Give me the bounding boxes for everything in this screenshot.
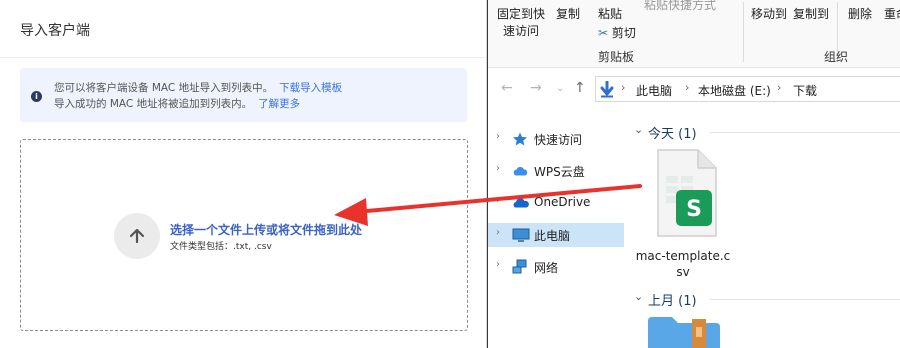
notice-text-1: 您可以将客户端设备 MAC 地址导入到列表中。 [54, 82, 274, 94]
spreadsheet-file-icon: S [657, 149, 717, 237]
sidebar-label: 此电脑 [534, 229, 571, 243]
pin-quick-access-button[interactable]: 固定到快 [497, 5, 545, 22]
sidebar-label: 快速访问 [534, 133, 583, 147]
move-to-button[interactable]: 移动到 [751, 5, 787, 22]
ribbon: 固定到快 速访问 复制 粘贴 ✂ 剪切 粘贴快捷方式 剪贴板 移动到 复制到 删… [488, 0, 900, 68]
chevron-right-icon[interactable]: › [496, 195, 500, 206]
cut-label: 剪切 [611, 26, 636, 40]
group-last-month[interactable]: ⌄ 上月 (1) [624, 288, 900, 310]
chevron-down-icon[interactable]: ⌄ [634, 123, 643, 136]
notice-line-1: 您可以将客户端设备 MAC 地址导入到列表中。 下载导入模板 [54, 80, 342, 95]
upload-button[interactable] [114, 213, 160, 259]
chevron-right-icon[interactable]: › [496, 131, 500, 142]
breadcrumb-separator: › [685, 81, 690, 94]
copy-to-button[interactable]: 复制到 [793, 5, 829, 22]
chevron-right-icon[interactable]: › [496, 163, 500, 174]
group-divider [710, 299, 900, 300]
folder-icon[interactable] [648, 313, 720, 348]
group-label: 上月 (1) [648, 294, 697, 309]
rename-button[interactable]: 重命 [884, 5, 900, 22]
group-divider [710, 132, 900, 133]
screen: 导入客户端 i 您可以将客户端设备 MAC 地址导入到列表中。 下载导入模板 导入… [0, 0, 900, 348]
navigation-bar: ← → ⌄ ↑ › 此电脑 › 本地磁盘 (E:) › 下载 [488, 68, 900, 108]
info-icon: i [31, 91, 42, 102]
breadcrumb-separator: › [621, 81, 626, 94]
download-template-link[interactable]: 下载导入模板 [279, 82, 342, 94]
sidebar-item-onedrive[interactable]: › OneDrive [488, 191, 624, 215]
sidebar-item-wps-cloud[interactable]: › WPS云盘 [488, 159, 624, 183]
paste-button[interactable]: 粘贴 [598, 5, 622, 22]
pin-label-1: 固定到快 [497, 7, 546, 21]
arrow-up-icon [129, 228, 145, 244]
clipboard-group-label: 剪贴板 [598, 50, 635, 64]
dialog-title: 导入客户端 [0, 0, 486, 58]
breadcrumb-local-disk[interactable]: 本地磁盘 (E:) [698, 82, 771, 99]
group-today[interactable]: ⌄ 今天 (1) [624, 121, 900, 143]
back-arrow-icon[interactable]: ← [501, 80, 513, 96]
star-icon [512, 131, 528, 150]
notice-line-2: 导入成功的 MAC 地址将被追加到列表内。 了解更多 [54, 96, 300, 111]
breadcrumb-separator: › [777, 81, 782, 94]
recent-chevron-icon[interactable]: ⌄ [556, 83, 564, 94]
organize-group-label: 组织 [824, 50, 849, 64]
info-notice: i 您可以将客户端设备 MAC 地址导入到列表中。 下载导入模板 导入成功的 MA… [20, 68, 467, 122]
sidebar-label: OneDrive [534, 195, 591, 209]
cloud-icon [512, 163, 528, 182]
file-dropzone[interactable]: 选择一个文件上传或将文件拖到此处 文件类型包括：.txt, .csv [20, 139, 468, 331]
group-label: 今天 (1) [648, 127, 697, 142]
sidebar-label: WPS云盘 [534, 165, 585, 179]
import-client-dialog: 导入客户端 i 您可以将客户端设备 MAC 地址导入到列表中。 下载导入模板 导入… [0, 0, 487, 348]
cut-button[interactable]: ✂ 剪切 [598, 24, 636, 41]
file-name: mac-template.csv [635, 249, 731, 279]
learn-more-link[interactable]: 了解更多 [258, 98, 300, 110]
sidebar-label: 网络 [534, 261, 559, 275]
file-explorer-window: 固定到快 速访问 复制 粘贴 ✂ 剪切 粘贴快捷方式 剪贴板 移动到 复制到 删… [488, 0, 900, 348]
file-type-letter: S [686, 197, 702, 222]
file-item-mac-template[interactable]: S mac-template.csv [634, 148, 732, 279]
upload-file-types: 文件类型包括：.txt, .csv [170, 242, 272, 252]
delete-button[interactable]: 删除 [848, 5, 872, 22]
forward-arrow-icon[interactable]: → [530, 80, 542, 96]
upload-title[interactable]: 选择一个文件上传或将文件拖到此处 [170, 221, 362, 238]
sidebar-item-quick-access[interactable]: › 快速访问 [488, 127, 624, 151]
ribbon-divider [743, 2, 744, 62]
sidebar-item-network[interactable]: › 网络 [488, 255, 624, 279]
computer-icon [512, 227, 530, 246]
pin-label-2: 速访问 [503, 24, 540, 38]
copy-button[interactable]: 复制 [556, 5, 580, 22]
notice-text-2: 导入成功的 MAC 地址将被追加到列表内。 [54, 98, 253, 110]
file-list: ⌄ 今天 (1) S mac-template.csv ⌄ 上月 (1) [624, 108, 900, 348]
scissors-icon: ✂ [598, 26, 609, 40]
up-arrow-icon[interactable]: ↑ [574, 80, 586, 96]
download-arrow-icon [600, 81, 614, 98]
breadcrumb-this-pc[interactable]: 此电脑 [636, 82, 672, 99]
breadcrumb-downloads[interactable]: 下载 [793, 82, 817, 99]
onedrive-icon [512, 195, 530, 214]
network-icon [512, 259, 530, 278]
chevron-right-icon[interactable]: › [496, 259, 500, 270]
sidebar-item-this-pc[interactable]: › 此电脑 [488, 223, 624, 247]
chevron-right-icon[interactable]: › [496, 227, 500, 238]
address-bar[interactable]: › 此电脑 › 本地磁盘 (E:) › 下载 [595, 76, 900, 102]
navigation-pane: › 快速访问 › WPS云盘 › OneDrive › 此电脑 › 网络 [488, 108, 624, 348]
chevron-down-icon[interactable]: ⌄ [634, 290, 643, 303]
paste-shortcut-button[interactable]: 粘贴快捷方式 [644, 0, 716, 13]
